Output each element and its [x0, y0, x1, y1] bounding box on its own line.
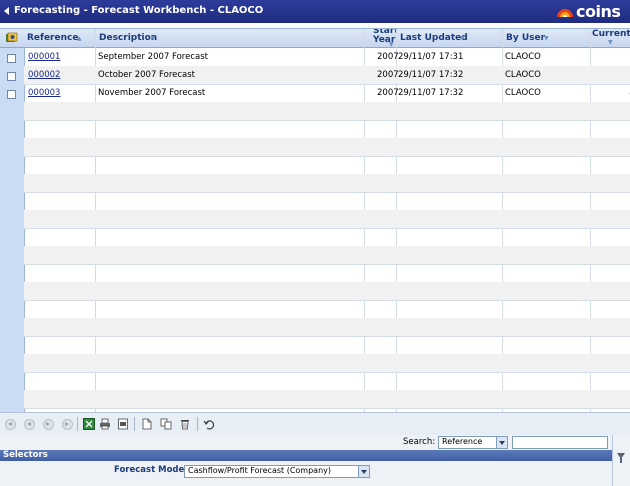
forecast-model-select[interactable]: Cashflow/Profit Forecast (Company)	[184, 465, 370, 478]
empty-row	[24, 282, 630, 301]
start-year-cell: 2007	[377, 88, 399, 98]
table-row[interactable]: 000001 September 2007 Forecast 2007 29/1…	[24, 48, 630, 67]
window-title: Forecasting - Forecast Workbench - CLAOC…	[14, 5, 264, 16]
last-updated-cell: 29/11/07 17:32	[398, 88, 464, 98]
empty-row	[24, 390, 630, 409]
search-input[interactable]	[512, 436, 608, 449]
grid-toolbar	[0, 412, 630, 436]
row-checkbox[interactable]	[7, 54, 16, 63]
forecast-grid: Reference ▲ Description ▼ Start Year ▼ L…	[0, 28, 630, 413]
reference-link[interactable]: 000003	[28, 88, 60, 98]
table-row[interactable]: 000002 October 2007 Forecast 2007 29/11/…	[24, 66, 630, 85]
description-cell: November 2007 Forecast	[98, 88, 206, 98]
sort-icon[interactable]: ▼	[544, 35, 549, 42]
search-label: Search:	[403, 437, 436, 447]
description-cell: September 2007 Forecast	[98, 52, 208, 62]
coins-logo: coins	[556, 2, 628, 21]
empty-row	[24, 354, 630, 373]
empty-row	[24, 138, 630, 157]
table-row[interactable]: 000003 November 2007 Forecast 2007 29/11…	[24, 84, 630, 103]
empty-row	[24, 300, 630, 319]
back-arrow-icon[interactable]	[4, 7, 9, 15]
by-user-cell: CLAOCO	[505, 70, 541, 80]
sort-icon[interactable]: ▼	[608, 39, 613, 46]
column-label-current: Current	[592, 29, 630, 39]
sort-icon[interactable]: ▼	[151, 35, 156, 42]
selectors-title: Selectors	[3, 450, 48, 460]
row-checkbox[interactable]	[7, 90, 16, 99]
forecast-model-value: Cashflow/Profit Forecast (Company)	[188, 466, 332, 475]
empty-row	[24, 372, 630, 391]
title-bar: Forecasting - Forecast Workbench - CLAOC…	[0, 0, 630, 23]
print-icon[interactable]	[99, 418, 111, 430]
toolbar-separator	[134, 417, 135, 431]
row-checkbox[interactable]	[7, 72, 16, 81]
last-updated-cell: 29/11/07 17:32	[398, 70, 464, 80]
last-page-icon[interactable]	[62, 419, 73, 430]
next-page-icon[interactable]	[43, 419, 54, 430]
start-year-cell: 2007	[377, 70, 399, 80]
filter-strip	[612, 435, 630, 486]
chevron-down-icon[interactable]	[358, 466, 369, 477]
grid-options-header[interactable]	[0, 29, 25, 48]
sort-icon[interactable]: ▼	[389, 41, 394, 48]
sort-icon[interactable]: ▼	[460, 35, 465, 42]
empty-row	[24, 264, 630, 283]
empty-row	[24, 228, 630, 247]
empty-row	[24, 192, 630, 211]
empty-row	[24, 156, 630, 175]
reference-link[interactable]: 000001	[28, 52, 60, 62]
copy-icon[interactable]	[160, 418, 172, 430]
chevron-down-icon[interactable]	[496, 437, 507, 448]
delete-icon[interactable]	[179, 418, 191, 430]
grid-options-icon[interactable]	[5, 32, 18, 44]
by-user-cell: CLAOCO	[505, 52, 541, 62]
column-label-description: Description	[99, 33, 158, 43]
column-label-reference: Reference	[27, 33, 79, 43]
empty-row	[24, 318, 630, 337]
coins-logo-mark-icon	[557, 9, 573, 17]
column-header-start-year[interactable]: Start Year ▼	[365, 29, 399, 48]
empty-row	[24, 336, 630, 355]
reference-link[interactable]: 000002	[28, 70, 60, 80]
first-page-icon[interactable]	[5, 419, 16, 430]
new-document-icon[interactable]	[141, 418, 153, 430]
toolbar-separator	[77, 417, 78, 431]
last-updated-cell: 29/11/07 17:31	[398, 52, 464, 62]
column-header-reference[interactable]: Reference ▲	[24, 29, 96, 48]
search-bar: Search: Reference	[0, 435, 612, 450]
filter-icon[interactable]	[617, 453, 625, 463]
empty-row	[24, 210, 630, 229]
previous-page-icon[interactable]	[24, 419, 35, 430]
empty-row	[24, 120, 630, 139]
undo-icon[interactable]	[203, 418, 215, 430]
column-label-last-updated: Last Updated	[400, 33, 468, 43]
excel-export-icon[interactable]	[83, 418, 95, 430]
sort-icon[interactable]: ▲	[77, 35, 82, 42]
empty-row	[24, 246, 630, 265]
column-header-description[interactable]: Description ▼	[96, 29, 365, 48]
selectors-header: Selectors	[0, 450, 612, 461]
toolbar-separator	[197, 417, 198, 431]
selectors-panel: Forecast Model: Cashflow/Profit Forecast…	[0, 461, 612, 486]
column-header-current[interactable]: Current ▼	[591, 29, 630, 48]
empty-row	[24, 102, 630, 121]
row-selector-column	[0, 29, 25, 413]
pdf-export-icon[interactable]	[117, 418, 129, 430]
column-header-by-user[interactable]: By User ▼	[503, 29, 591, 48]
column-label-by-user: By User	[506, 33, 546, 43]
search-field-select[interactable]: Reference	[438, 436, 508, 449]
column-header-last-updated[interactable]: Last Updated ▼	[397, 29, 503, 48]
logo-wordmark: coins	[576, 2, 621, 21]
search-field-value: Reference	[442, 437, 483, 446]
forecast-model-label: Forecast Model:	[114, 465, 191, 475]
start-year-cell: 2007	[377, 52, 399, 62]
empty-row	[24, 174, 630, 193]
by-user-cell: CLAOCO	[505, 88, 541, 98]
description-cell: October 2007 Forecast	[98, 70, 196, 80]
